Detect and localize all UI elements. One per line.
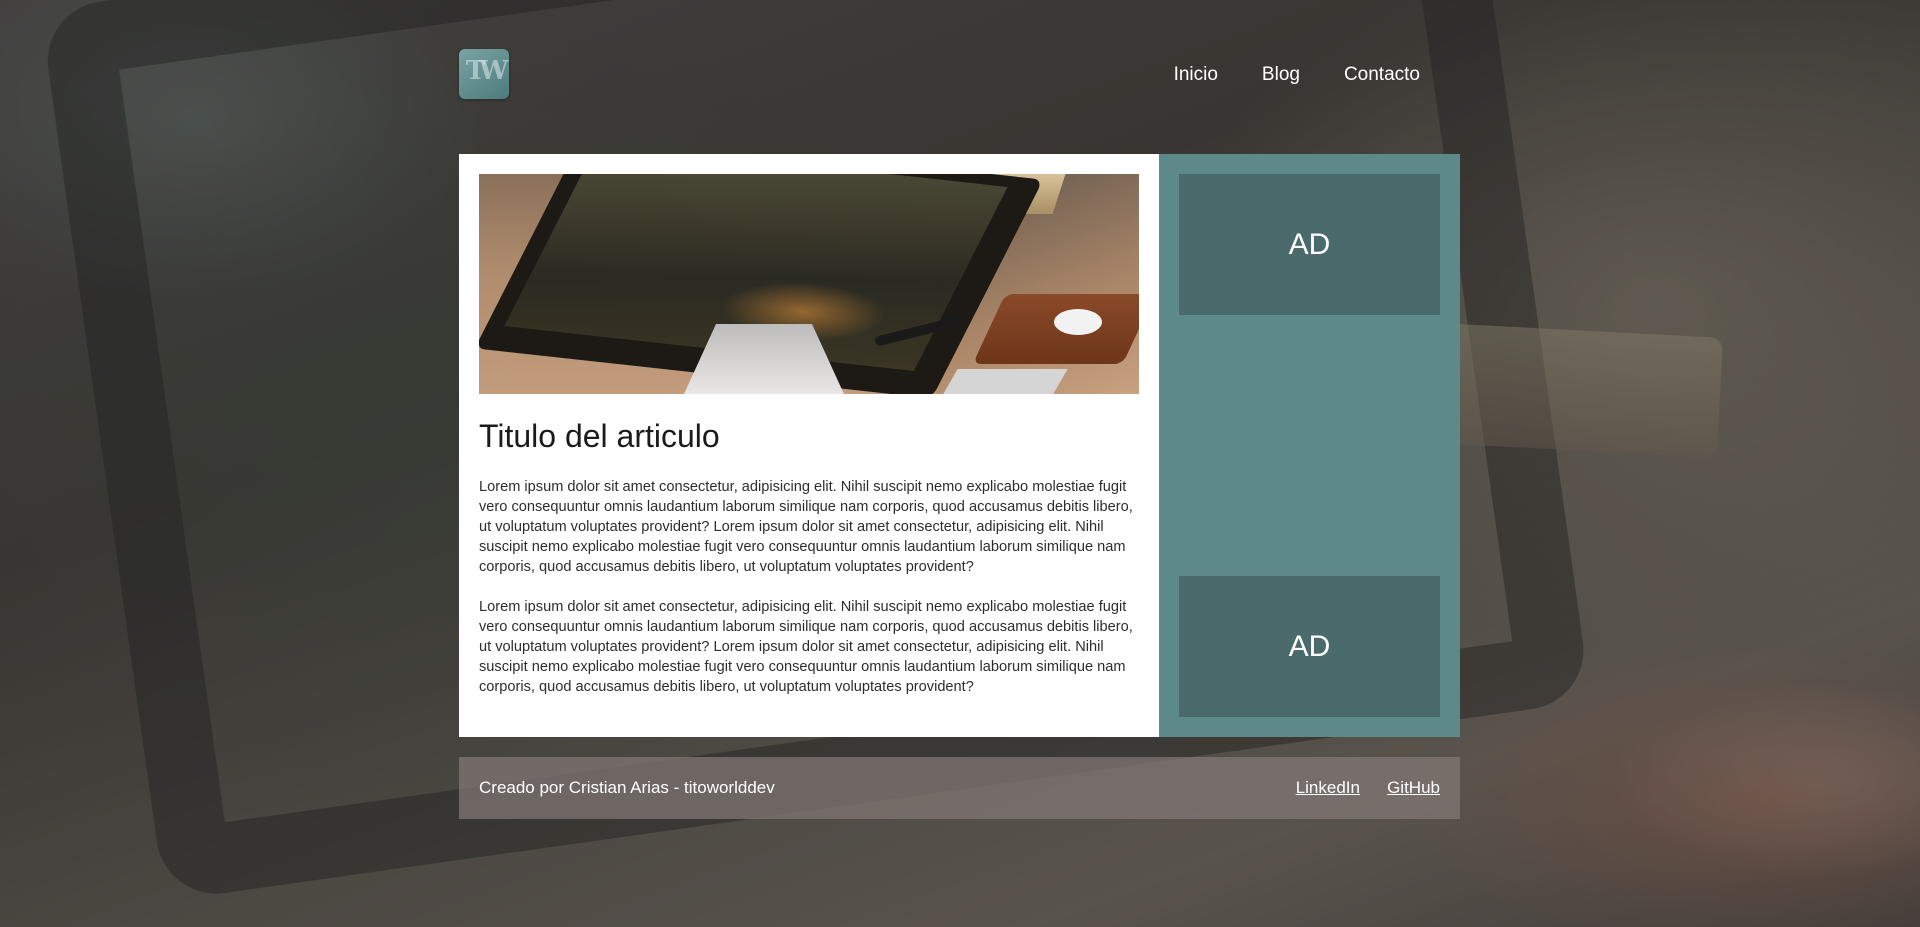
article-title: Titulo del articulo bbox=[479, 418, 720, 454]
sidebar: AD AD bbox=[1159, 154, 1460, 737]
footer-links: LinkedIn GitHub bbox=[1274, 778, 1440, 798]
article-hero-image bbox=[479, 174, 1139, 394]
linkedin-link[interactable]: LinkedIn bbox=[1296, 778, 1360, 797]
article-paragraph: Lorem ipsum dolor sit amet consectetur, … bbox=[479, 599, 1133, 695]
article: Titulo del articulo Lorem ipsum dolor si… bbox=[459, 154, 1159, 737]
site-logo[interactable]: TW bbox=[459, 49, 509, 99]
main-content: Titulo del articulo Lorem ipsum dolor si… bbox=[459, 154, 1460, 737]
ad-banner-top[interactable]: AD bbox=[1179, 174, 1440, 315]
footer-credit: Creado por Cristian Arias - titoworlddev bbox=[479, 778, 775, 797]
nav-link-contacto[interactable]: Contacto bbox=[1344, 64, 1420, 86]
site-footer: Creado por Cristian Arias - titoworlddev… bbox=[459, 757, 1460, 819]
github-link[interactable]: GitHub bbox=[1387, 778, 1440, 797]
nav-link-blog[interactable]: Blog bbox=[1262, 64, 1300, 86]
article-paragraph: Lorem ipsum dolor sit amet consectetur, … bbox=[479, 479, 1133, 575]
logo-text: TW bbox=[465, 56, 509, 86]
nav-link-inicio[interactable]: Inicio bbox=[1174, 64, 1218, 86]
page-container: TW Inicio Blog Contacto Titulo del artic… bbox=[459, 0, 1460, 819]
site-header: TW Inicio Blog Contacto bbox=[459, 0, 1460, 154]
main-nav: Inicio Blog Contacto bbox=[1130, 64, 1420, 86]
ad-banner-bottom[interactable]: AD bbox=[1179, 576, 1440, 717]
